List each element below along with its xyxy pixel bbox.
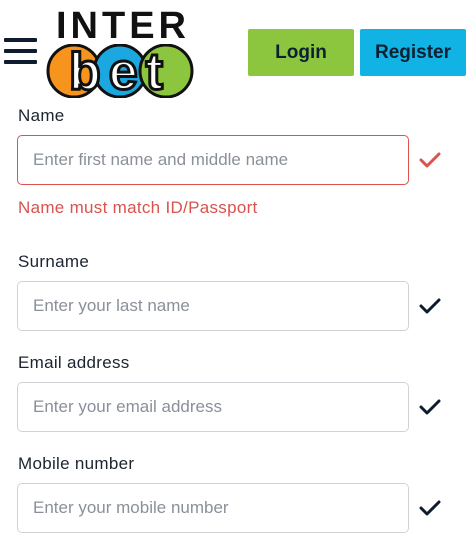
name-input[interactable]	[17, 135, 409, 185]
brand-logo-top-text: INTER	[56, 5, 190, 47]
checkmark-icon	[419, 152, 441, 168]
register-button[interactable]: Register	[360, 29, 466, 76]
login-button[interactable]: Login	[248, 29, 354, 76]
name-label: Name	[18, 106, 65, 125]
email-input[interactable]	[17, 382, 409, 432]
checkmark-icon	[419, 399, 441, 415]
surname-label: Surname	[18, 252, 90, 271]
checkmark-icon	[419, 500, 441, 516]
mobile-input[interactable]	[17, 483, 409, 533]
mobile-label: Mobile number	[18, 454, 135, 473]
email-label: Email address	[18, 353, 130, 372]
name-error-message: Name must match ID/Passport	[18, 198, 258, 217]
surname-input[interactable]	[17, 281, 409, 331]
brand-logo-bottom: bet	[46, 44, 194, 98]
brand-logo-bottom-text: bet	[69, 44, 171, 98]
checkmark-icon	[419, 298, 441, 314]
menu-button[interactable]	[4, 36, 38, 66]
brand-logo[interactable]: INTER bet	[46, 6, 194, 98]
